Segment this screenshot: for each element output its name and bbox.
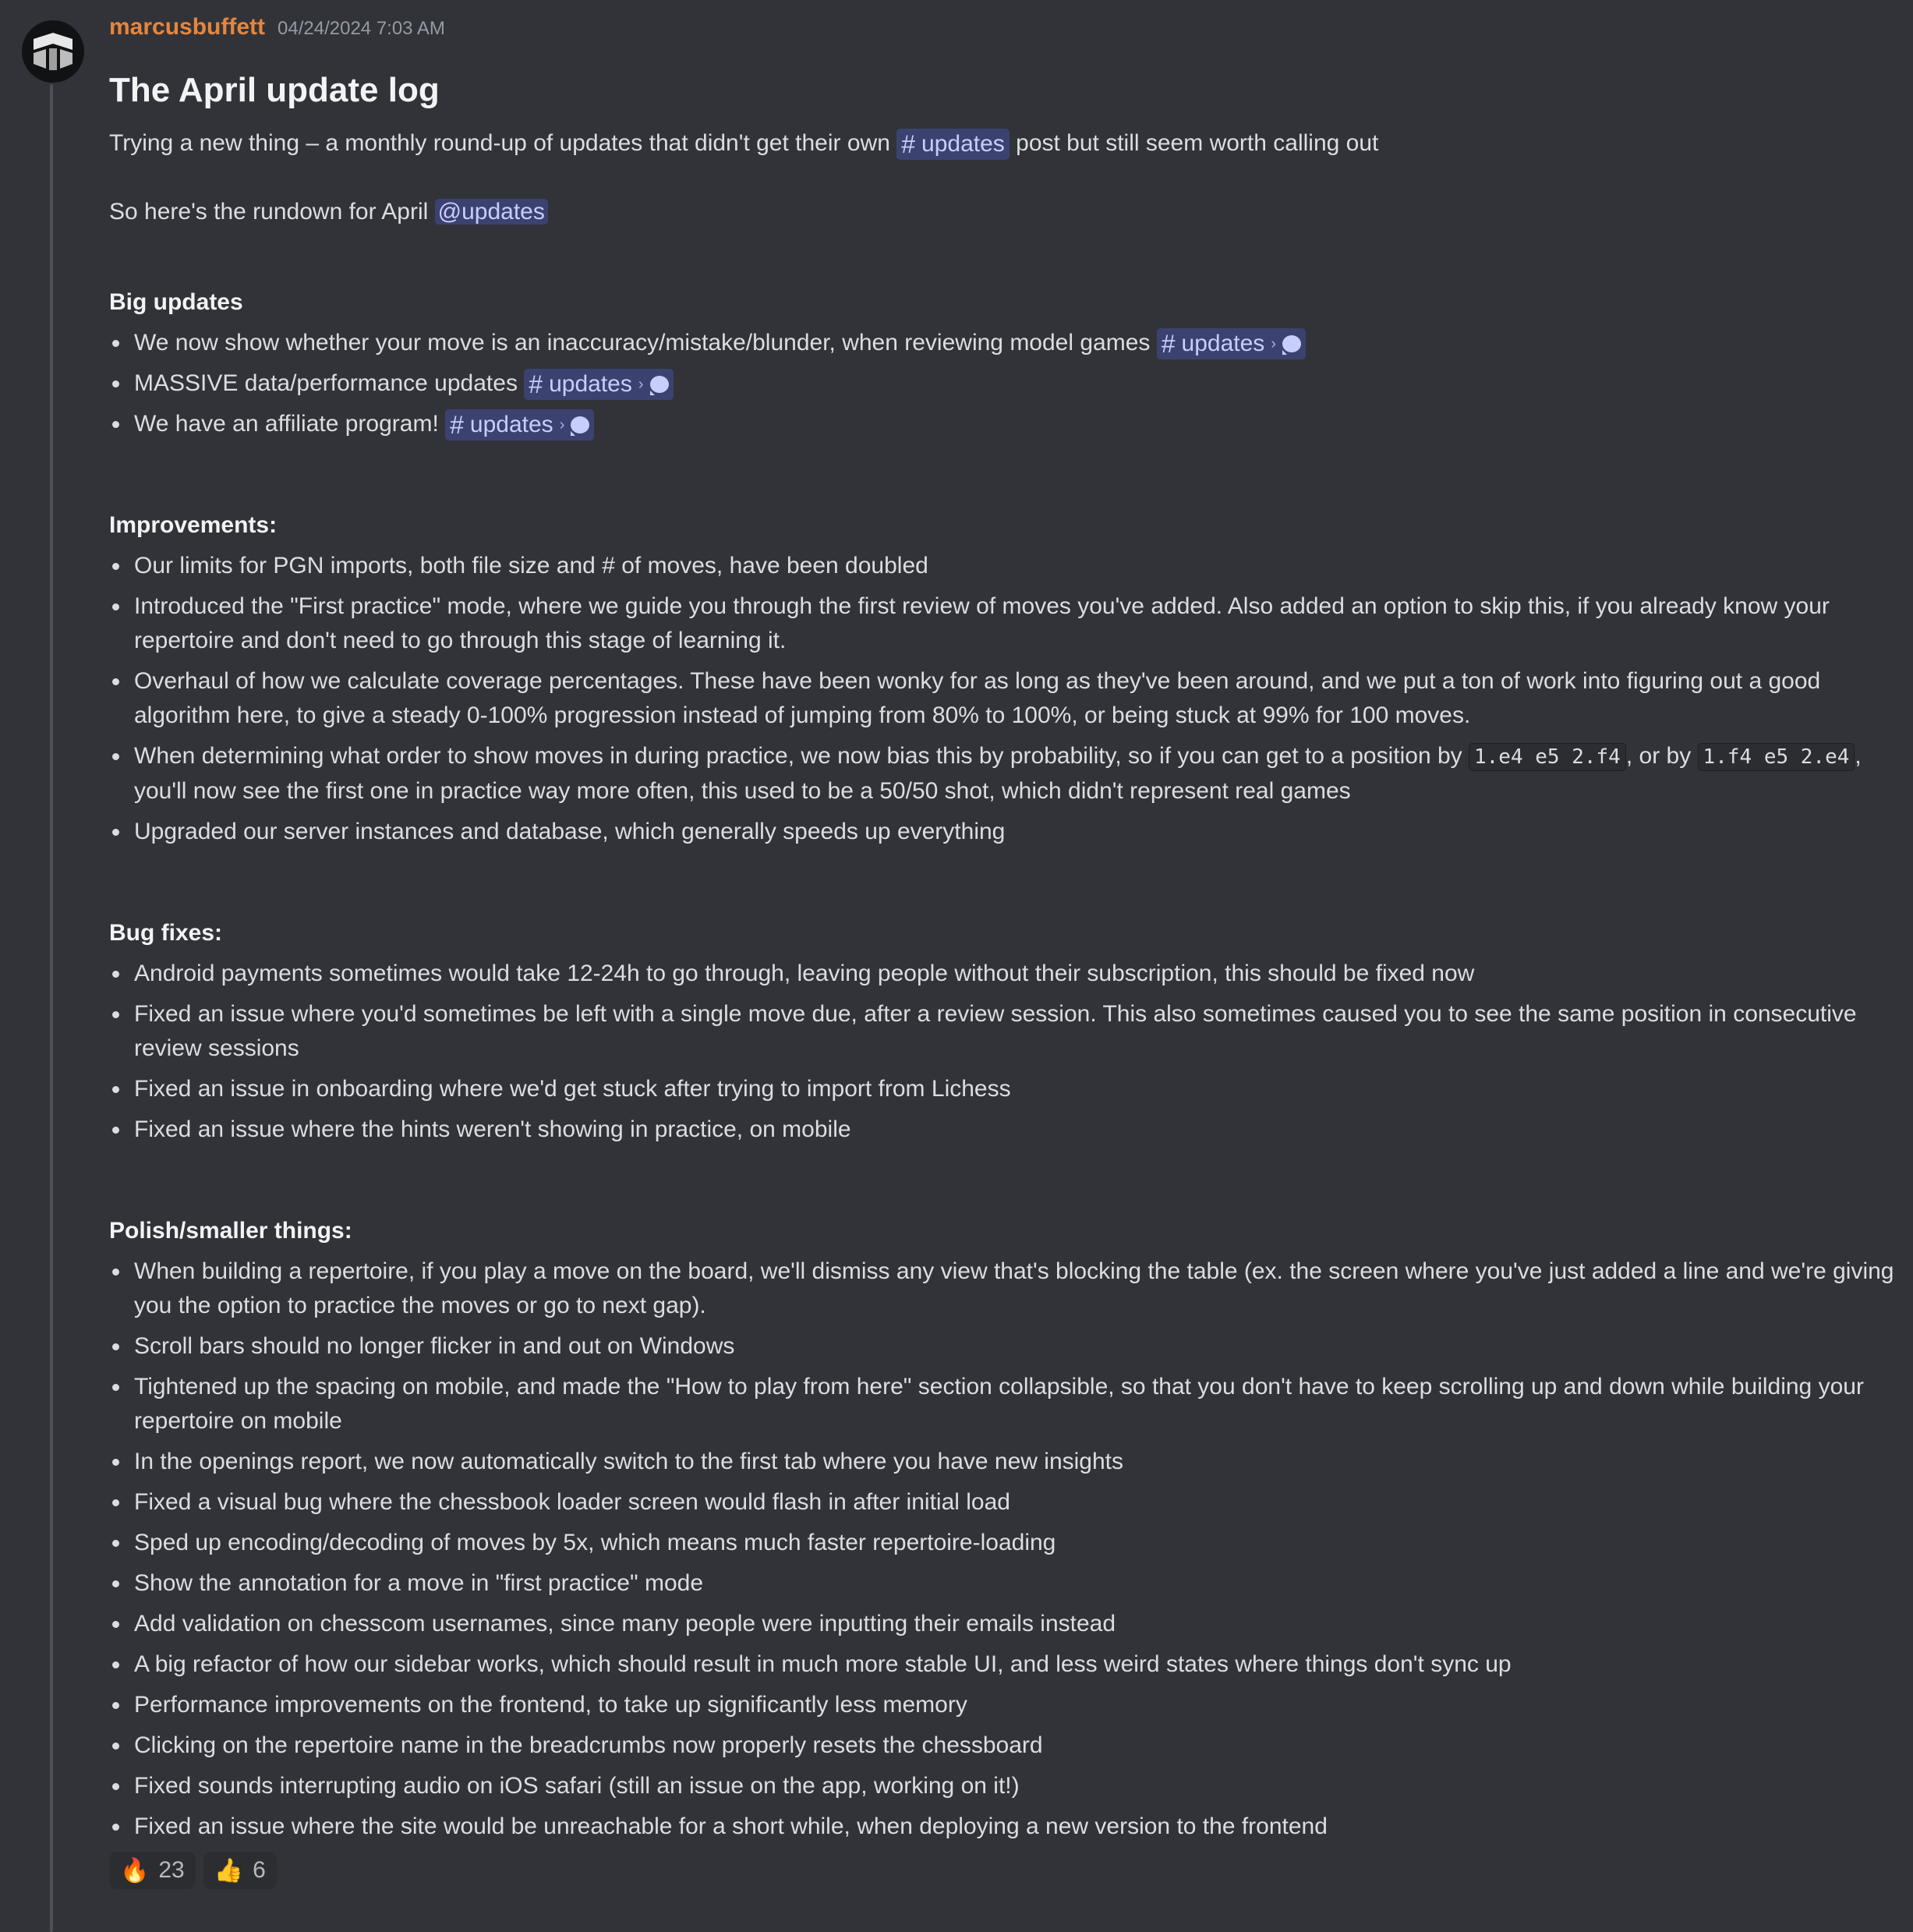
avatar[interactable] [22,20,84,83]
list-item: We have an affiliate program! # updates › [109,407,1894,441]
list-item-text: We have an affiliate program! [134,411,446,437]
polish-list: When building a repertoire, if you play … [109,1254,1894,1844]
chat-bubble-icon [649,376,669,396]
reaction-count: 23 [158,1857,185,1883]
list-item: Add validation on chesscom usernames, si… [109,1607,1894,1641]
rundown-text: So here's the rundown for April [109,199,435,225]
chevron-right-icon: › [638,376,644,394]
thread-line [50,84,53,1932]
hash-icon: # [1161,330,1176,359]
list-item: A big refactor of how our sidebar works,… [109,1647,1894,1682]
reactions-bar: 🔥 23 👍 6 [109,1852,1894,1889]
thumbs-up-icon: 👍 [214,1857,244,1884]
intro-text: Trying a new thing – a monthly round-up … [109,130,897,156]
channel-thread-link[interactable]: # updates › [1156,328,1306,360]
chessbook-logo-icon [34,33,72,70]
list-item: Introduced the "First practice" mode, wh… [109,589,1894,658]
improvements-list: Our limits for PGN imports, both file si… [109,549,1894,849]
channel-thread-link[interactable]: # updates › [445,409,595,441]
hash-icon: # [450,411,464,440]
list-item-text: MASSIVE data/performance updates [134,370,525,396]
list-item: Clicking on the repertoire name in the b… [109,1729,1894,1763]
message-title: The April update log [109,71,440,109]
inline-code: 1.f4 e5 2.e4 [1697,743,1855,771]
list-item-text: When determining what order to show move… [134,743,1469,769]
list-item: Upgraded our server instances and databa… [109,815,1894,849]
chat-bubble-icon [571,416,590,437]
list-item: We now show whether your move is an inac… [109,326,1894,360]
section-heading-polish: Polish/smaller things: [109,1218,352,1244]
list-item: Sped up encoding/decoding of moves by 5x… [109,1526,1894,1560]
reaction-count: 6 [253,1857,266,1883]
message: marcusbuffett 04/24/2024 7:03 AM The Apr… [109,14,1894,1889]
channel-mention[interactable]: # updates [896,129,1010,161]
reaction-thumbs-up[interactable]: 👍 6 [203,1852,277,1889]
list-item: When determining what order to show move… [109,739,1894,809]
section-heading-big-updates: Big updates [109,289,243,315]
channel-name: updates [469,412,553,438]
list-item: Fixed an issue where the site would be u… [109,1810,1894,1844]
hash-icon: # [529,370,543,399]
list-item-text: We now show whether your move is an inac… [134,330,1157,356]
intro-text-after: post but still seem worth calling out [1009,130,1379,156]
chat-bubble-icon [1282,335,1301,356]
list-item: Fixed an issue where you'd sometimes be … [109,997,1894,1066]
list-item: When building a repertoire, if you play … [109,1254,1894,1323]
hash-icon: # [901,130,916,159]
list-item: Overhaul of how we calculate coverage pe… [109,664,1894,733]
username[interactable]: marcusbuffett [109,14,265,41]
chevron-right-icon: › [1271,335,1276,353]
list-item: Scroll bars should no longer flicker in … [109,1329,1894,1364]
message-header: marcusbuffett 04/24/2024 7:03 AM [109,14,1894,53]
big-updates-list: We now show whether your move is an inac… [109,326,1894,441]
channel-name: updates [549,371,632,398]
list-item: Performance improvements on the frontend… [109,1688,1894,1722]
rundown-paragraph: So here's the rundown for April @updates [109,195,1894,229]
role-mention[interactable]: @updates [434,199,548,225]
list-item-text: , or by [1625,743,1698,769]
channel-name: updates [921,131,1005,157]
list-item: Our limits for PGN imports, both file si… [109,549,1894,583]
channel-name: updates [1181,331,1265,357]
list-item: In the openings report, we now automatic… [109,1445,1894,1479]
intro-paragraph: Trying a new thing – a monthly round-up … [109,126,1894,161]
reaction-fire[interactable]: 🔥 23 [109,1852,196,1889]
list-item: Fixed a visual bug where the chessbook l… [109,1485,1894,1520]
list-item: MASSIVE data/performance updates # update… [109,366,1894,401]
channel-thread-link[interactable]: # updates › [524,369,674,401]
section-heading-improvements: Improvements: [109,512,278,538]
list-item: Fixed an issue where the hints weren't s… [109,1113,1894,1147]
timestamp: 04/24/2024 7:03 AM [278,18,445,39]
list-item: Fixed an issue in onboarding where we'd … [109,1072,1894,1106]
list-item: Tightened up the spacing on mobile, and … [109,1370,1894,1438]
list-item: Show the annotation for a move in "first… [109,1566,1894,1601]
bug-fixes-list: Android payments sometimes would take 12… [109,957,1894,1147]
list-item: Fixed sounds interrupting audio on iOS s… [109,1769,1894,1803]
inline-code: 1.e4 e5 2.f4 [1469,743,1626,771]
fire-icon: 🔥 [120,1857,150,1884]
list-item: Android payments sometimes would take 12… [109,957,1894,991]
chevron-right-icon: › [559,416,565,434]
section-heading-bug-fixes: Bug fixes: [109,920,223,946]
